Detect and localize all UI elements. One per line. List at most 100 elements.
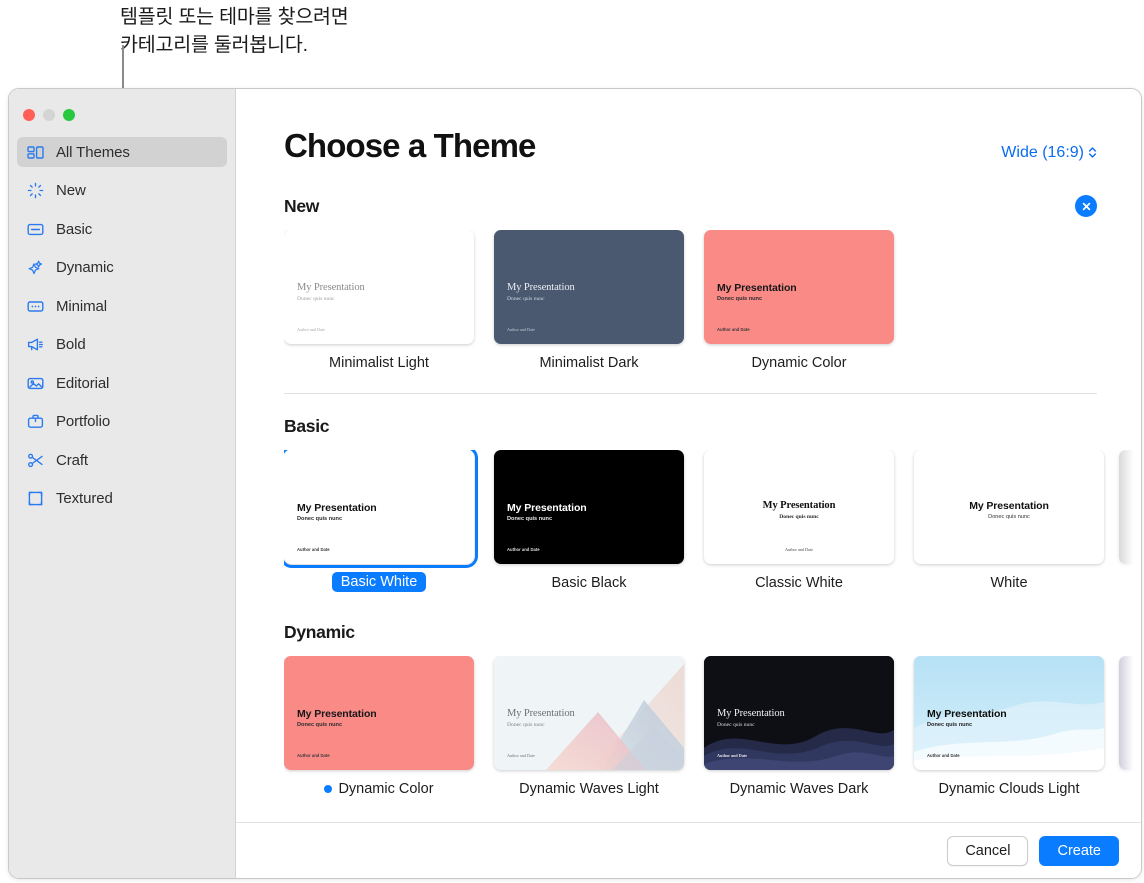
sidebar-item-basic[interactable]: Basic bbox=[17, 214, 227, 244]
thumb-title: My Presentation bbox=[717, 708, 785, 719]
photo-icon bbox=[26, 374, 45, 393]
close-window-button[interactable] bbox=[23, 109, 35, 121]
megaphone-icon bbox=[26, 335, 45, 354]
thumb-title: My Presentation bbox=[969, 500, 1049, 512]
thumb-author: Author and Date bbox=[297, 327, 325, 332]
theme-card[interactable]: My Presentation Donec quis nunc Author a… bbox=[704, 450, 894, 592]
aspect-ratio-value: Wide (16:9) bbox=[1001, 144, 1084, 161]
callout-annotation-text: 템플릿 또는 테마를 찾으려면 카테고리를 둘러봅니다. bbox=[120, 6, 349, 56]
ellipsis-box-icon bbox=[26, 297, 45, 316]
section-divider bbox=[284, 393, 1097, 394]
sidebar-item-new[interactable]: New bbox=[17, 176, 227, 206]
theme-card-label-text: Dynamic Color bbox=[338, 781, 434, 797]
basic-card-icon bbox=[26, 220, 45, 239]
theme-card[interactable]: My Presentation Donec quis nunc Author a… bbox=[284, 230, 474, 371]
sidebar-item-label: Dynamic bbox=[56, 259, 114, 276]
theme-card[interactable]: My Presentation Donec quis nunc Author a… bbox=[494, 656, 684, 797]
theme-thumbnail: My Presentation Donec quis nunc Author a… bbox=[704, 450, 894, 564]
theme-thumbnail: My Presentation Donec quis nunc Author a… bbox=[494, 230, 684, 344]
sidebar-item-textured[interactable]: Textured bbox=[17, 484, 227, 514]
theme-card[interactable]: My Presentation Donec quis nunc Author a… bbox=[284, 450, 478, 592]
thumb-title: My Presentation bbox=[927, 708, 1007, 720]
section-title: Dynamic bbox=[284, 622, 355, 642]
sidebar-item-label: Editorial bbox=[56, 374, 110, 392]
minimize-window-button[interactable] bbox=[43, 109, 55, 121]
sidebar-item-craft[interactable]: Craft bbox=[17, 445, 227, 475]
section-header: Basic bbox=[284, 416, 1141, 437]
theme-card-label: Classic White bbox=[755, 575, 843, 591]
theme-card[interactable]: My Presentation Donec quis nunc Author a… bbox=[914, 656, 1104, 797]
sidebar-item-label: Portfolio bbox=[56, 413, 111, 430]
sidebar-item-label: Textured bbox=[56, 490, 113, 507]
thumb-subtitle: Donec quis nunc bbox=[297, 516, 343, 522]
footer-action-bar: Cancel Create bbox=[236, 822, 1141, 878]
theme-scroll-area[interactable]: Choose a Theme Wide (16:9) New My Presen… bbox=[236, 89, 1141, 822]
theme-thumbnail: My Presentation Donec quis nunc Author a… bbox=[494, 656, 684, 770]
sidebar-item-minimal[interactable]: Minimal bbox=[17, 291, 227, 321]
theme-thumbnail: My Presentation Donec quis nunc Author a… bbox=[494, 450, 684, 564]
thumb-subtitle: Donec quis nunc bbox=[779, 514, 819, 520]
thumb-author: Author and Date bbox=[507, 753, 535, 758]
theme-card-label: Minimalist Light bbox=[329, 355, 429, 371]
theme-card[interactable]: My Presentation Donec quis nunc Author a… bbox=[494, 450, 684, 592]
current-theme-dot-icon bbox=[324, 785, 333, 793]
theme-card-label: Dynamic Waves Dark bbox=[729, 781, 869, 797]
theme-row-dynamic: My Presentation Donec quis nunc Author a… bbox=[284, 656, 1141, 797]
thumb-subtitle: Donec quis nunc bbox=[717, 722, 755, 728]
scissors-icon bbox=[26, 451, 45, 470]
aspect-ratio-dropdown[interactable]: Wide (16:9) bbox=[1001, 144, 1097, 162]
thumb-subtitle: Donec quis nunc bbox=[717, 296, 763, 302]
theme-card-label: Dynamic Color bbox=[751, 355, 847, 371]
section-title: Basic bbox=[284, 416, 330, 436]
thumb-title: My Presentation bbox=[507, 282, 575, 293]
theme-card-peek[interactable] bbox=[1119, 656, 1141, 770]
theme-thumbnail: My Presentation Donec quis nunc Author a… bbox=[284, 656, 474, 770]
cancel-button[interactable]: Cancel bbox=[947, 835, 1029, 866]
zoom-window-button[interactable] bbox=[63, 109, 75, 121]
sidebar-item-portfolio[interactable]: Portfolio bbox=[17, 407, 227, 437]
sidebar-item-editorial[interactable]: Editorial bbox=[17, 368, 227, 398]
sidebar-item-label: Basic bbox=[56, 220, 93, 238]
theme-card[interactable]: My Presentation Donec quis nunc Author a… bbox=[494, 230, 684, 371]
sidebar-item-bold[interactable]: Bold bbox=[17, 330, 227, 360]
thumb-subtitle: Donec quis nunc bbox=[507, 296, 545, 302]
theme-thumbnail: My Presentation Donec quis nunc Author a… bbox=[284, 230, 474, 344]
sidebar-item-label: New bbox=[56, 182, 86, 199]
theme-card[interactable]: My Presentation Donec quis nunc Author a… bbox=[704, 230, 894, 371]
theme-card-label: Basic White bbox=[331, 572, 427, 592]
theme-thumbnail: My Presentation Donec quis nunc Author a… bbox=[914, 656, 1104, 770]
close-circle-icon[interactable] bbox=[1075, 195, 1097, 217]
thumb-author: Author and Date bbox=[717, 753, 748, 758]
thumb-author: Author and Date bbox=[297, 753, 330, 758]
thumb-author: Author and Date bbox=[507, 327, 535, 332]
crop-frame-icon bbox=[26, 489, 45, 508]
theme-card[interactable]: My Presentation Donec quis nunc Author a… bbox=[284, 656, 474, 797]
theme-chooser-window: All Themes New Basic Dynamic Minimal Bol… bbox=[8, 88, 1142, 879]
sparkles-icon bbox=[26, 258, 45, 277]
thumb-title: My Presentation bbox=[507, 708, 575, 719]
section-title: New bbox=[284, 195, 320, 216]
theme-card-label: Basic Black bbox=[551, 575, 627, 591]
section-header: Dynamic bbox=[284, 622, 1141, 643]
traffic-light-controls bbox=[9, 95, 235, 137]
theme-row-new: My Presentation Donec quis nunc Author a… bbox=[284, 230, 1141, 371]
theme-card[interactable]: My Presentation Donec quis nunc Author a… bbox=[704, 656, 894, 797]
create-button[interactable]: Create bbox=[1039, 835, 1119, 866]
sidebar-item-label: Craft bbox=[56, 451, 89, 469]
thumb-author: Author and Date bbox=[297, 547, 330, 552]
briefcase-icon bbox=[26, 412, 45, 431]
theme-row-basic: My Presentation Donec quis nunc Author a… bbox=[284, 450, 1141, 592]
theme-card-label: Dynamic Clouds Light bbox=[938, 781, 1080, 797]
sidebar-item-all-themes[interactable]: All Themes bbox=[17, 137, 227, 167]
thumb-subtitle: Donec quis nunc bbox=[507, 722, 545, 728]
theme-thumbnail: My Presentation Donec quis nunc Author a… bbox=[284, 450, 478, 568]
theme-card-label: Dynamic Waves Light bbox=[519, 781, 659, 797]
sidebar-item-dynamic[interactable]: Dynamic bbox=[17, 253, 227, 283]
thumb-title: My Presentation bbox=[297, 502, 377, 514]
theme-thumbnail: My Presentation Donec quis nunc Author a… bbox=[704, 230, 894, 344]
theme-card-peek[interactable] bbox=[1119, 450, 1141, 564]
chevron-updown-icon bbox=[1088, 146, 1097, 161]
theme-card[interactable]: My Presentation Donec quis nunc Author a… bbox=[914, 450, 1104, 592]
sidebar: All Themes New Basic Dynamic Minimal Bol… bbox=[9, 89, 236, 878]
thumb-author: Author and Date bbox=[992, 547, 1026, 552]
